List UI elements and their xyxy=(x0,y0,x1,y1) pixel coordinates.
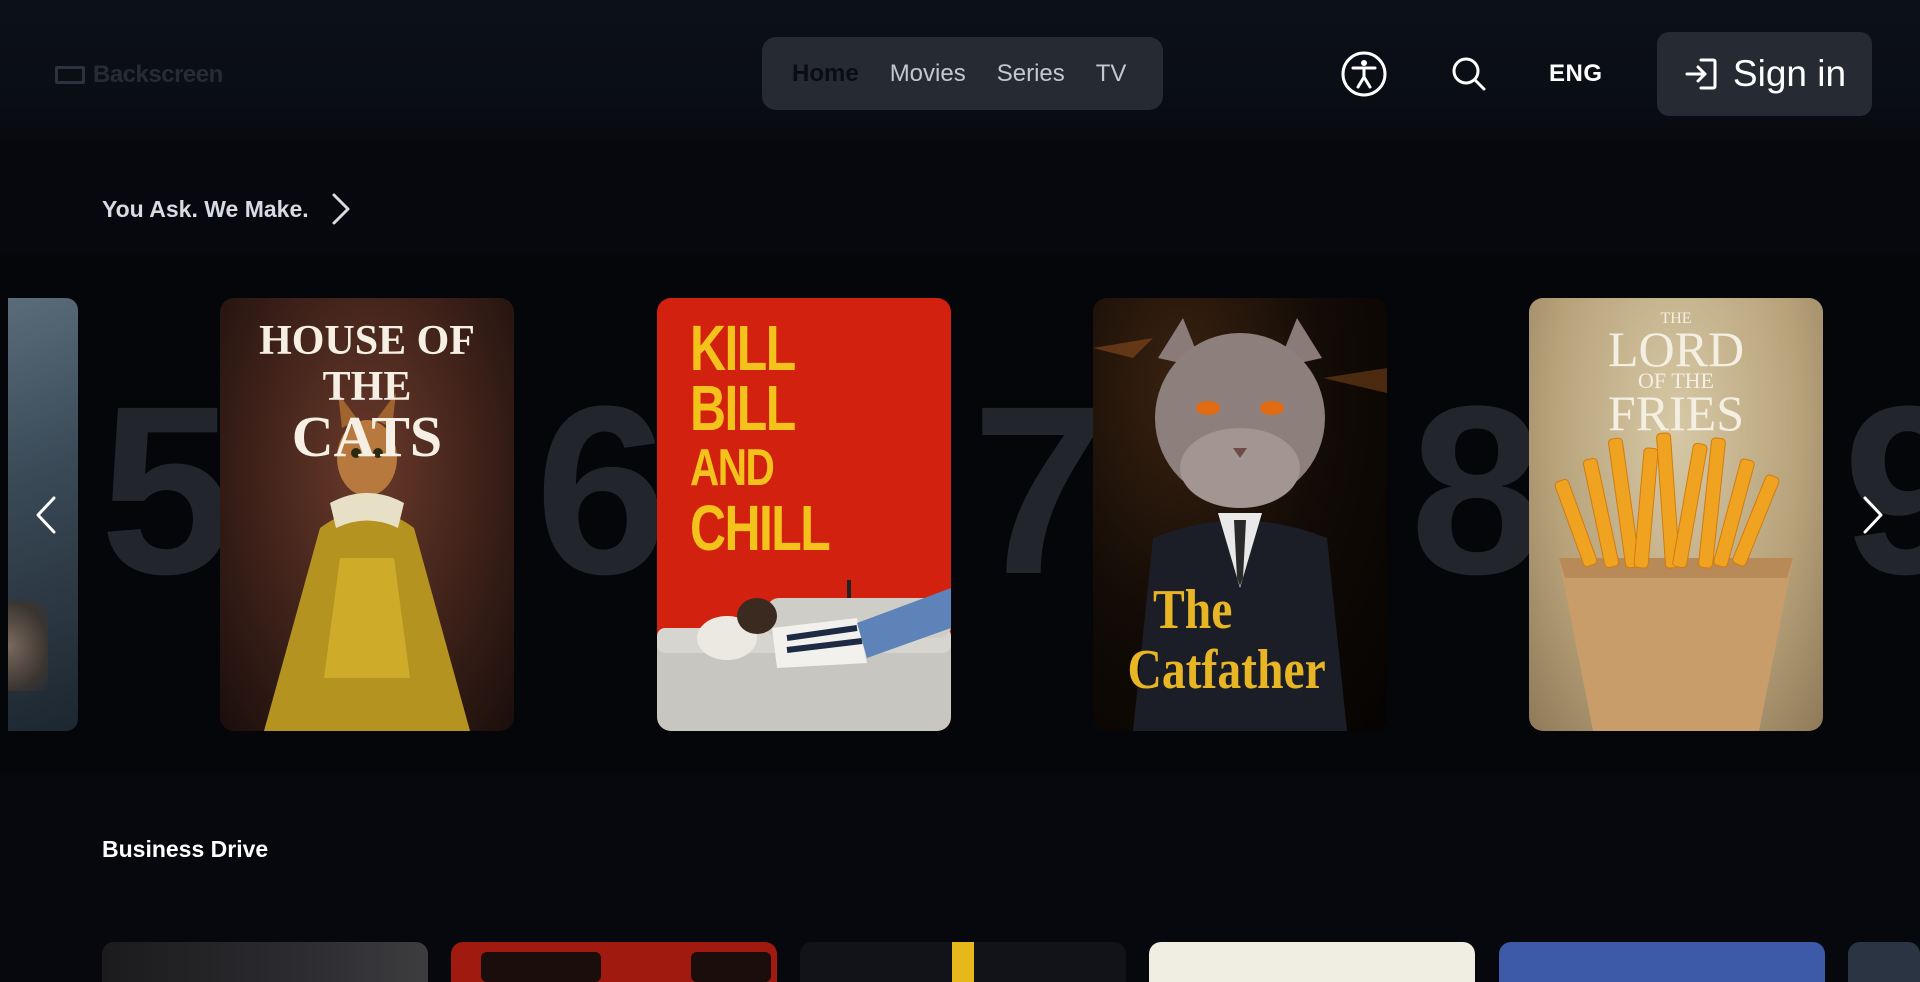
language-selector[interactable]: ENG xyxy=(1549,60,1603,88)
poster-artwork xyxy=(657,580,951,731)
thumbnail-card[interactable] xyxy=(102,942,428,982)
brand-name: Backscreen xyxy=(93,61,223,88)
rank-number: 5 xyxy=(100,356,234,624)
poster-title-line: HOUSE OF THE xyxy=(259,318,475,410)
chevron-left-icon xyxy=(36,496,56,534)
rank-number: 6 xyxy=(535,356,669,624)
poster-the-lord-of-the-fries[interactable]: THE LORD OF THE FRIES xyxy=(1529,298,1823,731)
accessibility-icon xyxy=(1341,51,1387,97)
search-button[interactable] xyxy=(1441,46,1497,102)
carousel-next-button[interactable] xyxy=(1853,490,1893,540)
sign-in-label: Sign in xyxy=(1732,53,1847,94)
main-nav: Home Movies Series TV xyxy=(762,37,1163,110)
nav-item-movies[interactable]: Movies xyxy=(890,60,966,88)
poster-title: The Catfather xyxy=(1128,579,1326,700)
poster-house-of-the-cats[interactable]: HOUSE OF THE CATS xyxy=(220,298,514,731)
top-header: Backscreen Home Movies Series TV ENG Sig… xyxy=(0,0,1920,150)
thumbnail-card[interactable] xyxy=(800,942,1126,982)
brand-logo[interactable]: Backscreen xyxy=(55,61,223,89)
rank-number: 7 xyxy=(972,356,1106,624)
poster-kill-bill-and-chill[interactable]: KILL BILL AND CHILL xyxy=(657,298,951,731)
poster-title-line: Catfather xyxy=(1127,639,1326,701)
thumbnail-card[interactable] xyxy=(1149,942,1475,982)
nav-item-tv[interactable]: TV xyxy=(1096,60,1127,88)
sign-in-button[interactable]: Sign in xyxy=(1657,32,1872,116)
poster-title-line: CATS xyxy=(291,404,443,469)
poster-title-line: The xyxy=(1153,579,1233,641)
nav-item-series[interactable]: Series xyxy=(997,60,1065,88)
thumbnail-card[interactable] xyxy=(451,942,777,982)
rank-number: 8 xyxy=(1410,356,1544,624)
section-title-business-drive[interactable]: Business Drive xyxy=(102,836,268,863)
poster-the-catfather[interactable]: The Catfather xyxy=(1093,298,1387,731)
thumbnail-card[interactable] xyxy=(1848,942,1920,982)
screen-logo-icon xyxy=(55,66,85,84)
thumbnail-card[interactable] xyxy=(1499,942,1825,982)
login-icon xyxy=(1685,58,1717,90)
section-title-you-ask[interactable]: You Ask. We Make. xyxy=(102,192,351,226)
accessibility-button[interactable] xyxy=(1336,46,1392,102)
carousel-prev-button[interactable] xyxy=(26,490,66,540)
search-icon xyxy=(1452,57,1486,91)
poster-title-line: FRIES xyxy=(1607,385,1745,441)
chevron-right-icon xyxy=(332,193,350,225)
chevron-right-icon xyxy=(1863,496,1883,534)
nav-item-home[interactable]: Home xyxy=(792,60,859,88)
poster-title-line: LORD xyxy=(1607,321,1745,377)
poster-title: THE LORD OF THE FRIES xyxy=(1529,310,1823,441)
poster-title: HOUSE OF THE CATS xyxy=(220,318,514,469)
section-title-text: You Ask. We Make. xyxy=(102,195,309,222)
